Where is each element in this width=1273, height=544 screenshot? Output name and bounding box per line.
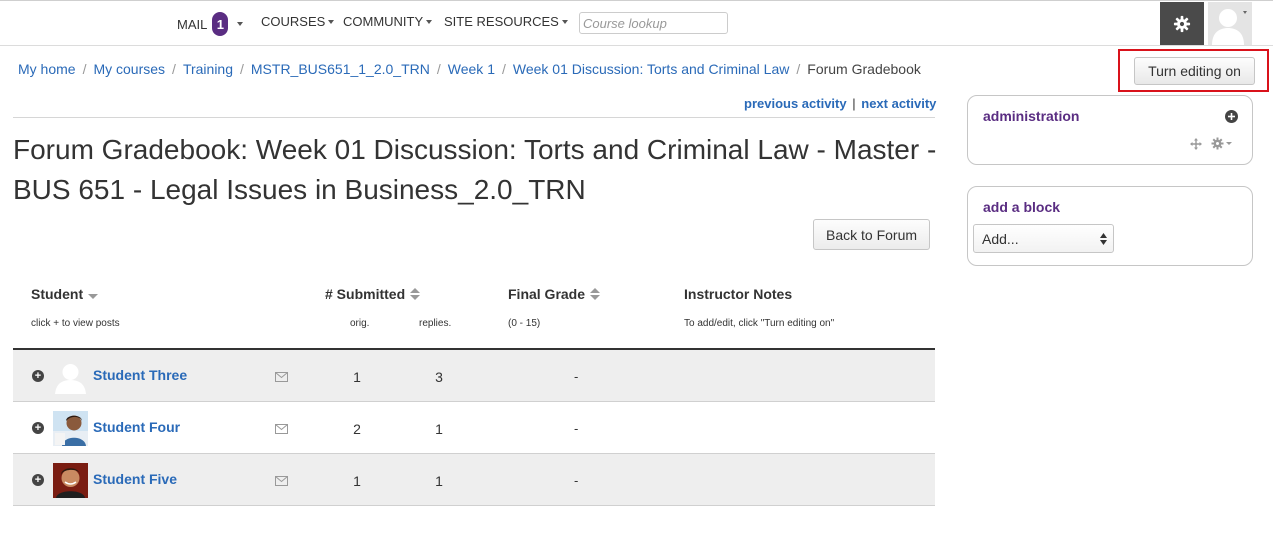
breadcrumb-separator: /	[796, 61, 801, 77]
user-photo	[53, 463, 88, 498]
breadcrumb: My home / My courses / Training / MSTR_BUS6…	[18, 61, 921, 77]
nav-mail[interactable]: MAIL 1	[177, 12, 244, 36]
table-row: + Student Three 1 3 -	[13, 350, 935, 402]
back-to-forum-button[interactable]: Back to Forum	[813, 219, 930, 250]
user-menu-button[interactable]	[1208, 2, 1252, 45]
expand-plus-icon[interactable]: +	[32, 422, 44, 434]
breadcrumb-current: Forum Gradebook	[807, 61, 921, 77]
expand-plus-icon[interactable]: +	[32, 370, 44, 382]
divider	[13, 117, 935, 118]
nav-mail-label: MAIL	[177, 16, 208, 32]
administration-block-title[interactable]: administration	[983, 108, 1079, 124]
move-icon[interactable]	[1190, 138, 1202, 150]
user-photo	[53, 411, 88, 446]
nav-site-resources-label: SITE RESOURCES	[444, 14, 559, 29]
breadcrumb-separator: /	[436, 61, 441, 77]
chevron-down-icon	[561, 19, 568, 24]
next-activity-link[interactable]: next activity	[861, 96, 936, 111]
envelope-icon[interactable]	[275, 473, 288, 491]
sort-icon	[590, 288, 601, 300]
final-grade: -	[574, 421, 579, 436]
student-avatar[interactable]	[53, 411, 88, 446]
column-header-submitted-label: # Submitted	[325, 286, 406, 302]
table-row: + Student Four 2 1 -	[13, 402, 935, 454]
add-a-block-title: add a block	[983, 199, 1061, 215]
course-lookup-input[interactable]: Course lookup	[579, 12, 728, 34]
breadcrumb-separator: /	[82, 61, 87, 77]
nav-courses[interactable]: COURSES	[261, 14, 335, 29]
breadcrumb-link-training[interactable]: Training	[183, 61, 233, 77]
replies-subheader: replies.	[419, 318, 452, 329]
select-arrows-icon	[1100, 233, 1107, 245]
gear-icon	[1173, 15, 1191, 32]
activity-navigation: previous activity | next activity	[744, 96, 936, 111]
activity-nav-separator: |	[852, 96, 856, 111]
breadcrumb-link-discussion[interactable]: Week 01 Discussion: Torts and Criminal L…	[513, 61, 790, 77]
user-avatar	[53, 359, 88, 394]
student-avatar[interactable]	[53, 463, 88, 498]
chevron-down-icon	[328, 19, 335, 24]
student-avatar[interactable]	[53, 359, 88, 394]
sort-icon	[410, 288, 421, 300]
column-header-instructor-notes: Instructor Notes	[684, 286, 792, 302]
administration-block: administration	[967, 95, 1253, 165]
replies-count: 3	[435, 369, 443, 385]
breadcrumb-separator: /	[172, 61, 176, 77]
replies-count: 1	[435, 473, 443, 489]
final-grade: -	[574, 369, 579, 384]
student-name-link[interactable]: Student Three	[93, 367, 187, 383]
nav-community-label: COMMUNITY	[343, 14, 424, 29]
course-lookup-placeholder: Course lookup	[583, 16, 667, 31]
envelope-icon[interactable]	[275, 369, 288, 387]
table-row: + Student Five 1 1 -	[13, 454, 935, 506]
sort-descending-icon	[88, 294, 99, 299]
orig-count: 1	[353, 473, 361, 489]
nav-courses-label: COURSES	[261, 14, 326, 29]
envelope-icon[interactable]	[275, 421, 288, 439]
block-settings-gear-icon[interactable]	[1211, 137, 1233, 150]
replies-count: 1	[435, 421, 443, 437]
previous-activity-link[interactable]: previous activity	[744, 96, 847, 111]
nav-site-resources[interactable]: SITE RESOURCES	[444, 14, 568, 29]
orig-count: 1	[353, 369, 361, 385]
settings-button[interactable]	[1160, 2, 1204, 45]
mail-count-badge: 1	[212, 12, 229, 36]
student-subheader: click + to view posts	[31, 318, 120, 329]
turn-editing-highlight: Turn editing on	[1118, 49, 1269, 92]
orig-subheader: orig.	[350, 318, 370, 329]
add-a-block: add a block Add...	[967, 186, 1253, 266]
final-grade: -	[574, 473, 579, 488]
user-avatar	[1208, 2, 1252, 45]
add-plus-icon[interactable]	[1225, 110, 1238, 123]
column-header-submitted[interactable]: # Submitted	[325, 286, 421, 302]
turn-editing-on-button[interactable]: Turn editing on	[1134, 57, 1255, 85]
page-title: Forum Gradebook: Week 01 Discussion: Tor…	[13, 134, 937, 205]
notes-subheader: To add/edit, click "Turn editing on"	[684, 318, 835, 329]
column-header-student-label: Student	[31, 286, 84, 302]
breadcrumb-link-my-courses[interactable]: My courses	[93, 61, 165, 77]
student-name-link[interactable]: Student Five	[93, 471, 177, 487]
breadcrumb-link-course[interactable]: MSTR_BUS651_1_2.0_TRN	[251, 61, 430, 77]
breadcrumb-separator: /	[501, 61, 506, 77]
add-block-select[interactable]: Add...	[973, 224, 1114, 253]
orig-count: 2	[353, 421, 361, 437]
column-header-final-grade[interactable]: Final Grade	[508, 286, 601, 302]
add-block-select-value: Add...	[982, 231, 1019, 247]
nav-community[interactable]: COMMUNITY	[343, 14, 433, 29]
column-header-student[interactable]: Student	[31, 286, 99, 302]
chevron-down-icon	[237, 22, 244, 26]
breadcrumb-link-week[interactable]: Week 1	[448, 61, 495, 77]
chevron-down-icon	[426, 19, 433, 24]
breadcrumb-separator: /	[240, 61, 244, 77]
student-name-link[interactable]: Student Four	[93, 419, 180, 435]
expand-plus-icon[interactable]: +	[32, 474, 44, 486]
breadcrumb-link-my-home[interactable]: My home	[18, 61, 76, 77]
column-header-final-grade-label: Final Grade	[508, 286, 586, 302]
column-header-instructor-notes-label: Instructor Notes	[684, 286, 793, 302]
top-navbar: MAIL 1 COURSES COMMUNITY SITE RESOURCES …	[0, 0, 1273, 46]
grade-range-subheader: (0 - 15)	[508, 318, 541, 329]
